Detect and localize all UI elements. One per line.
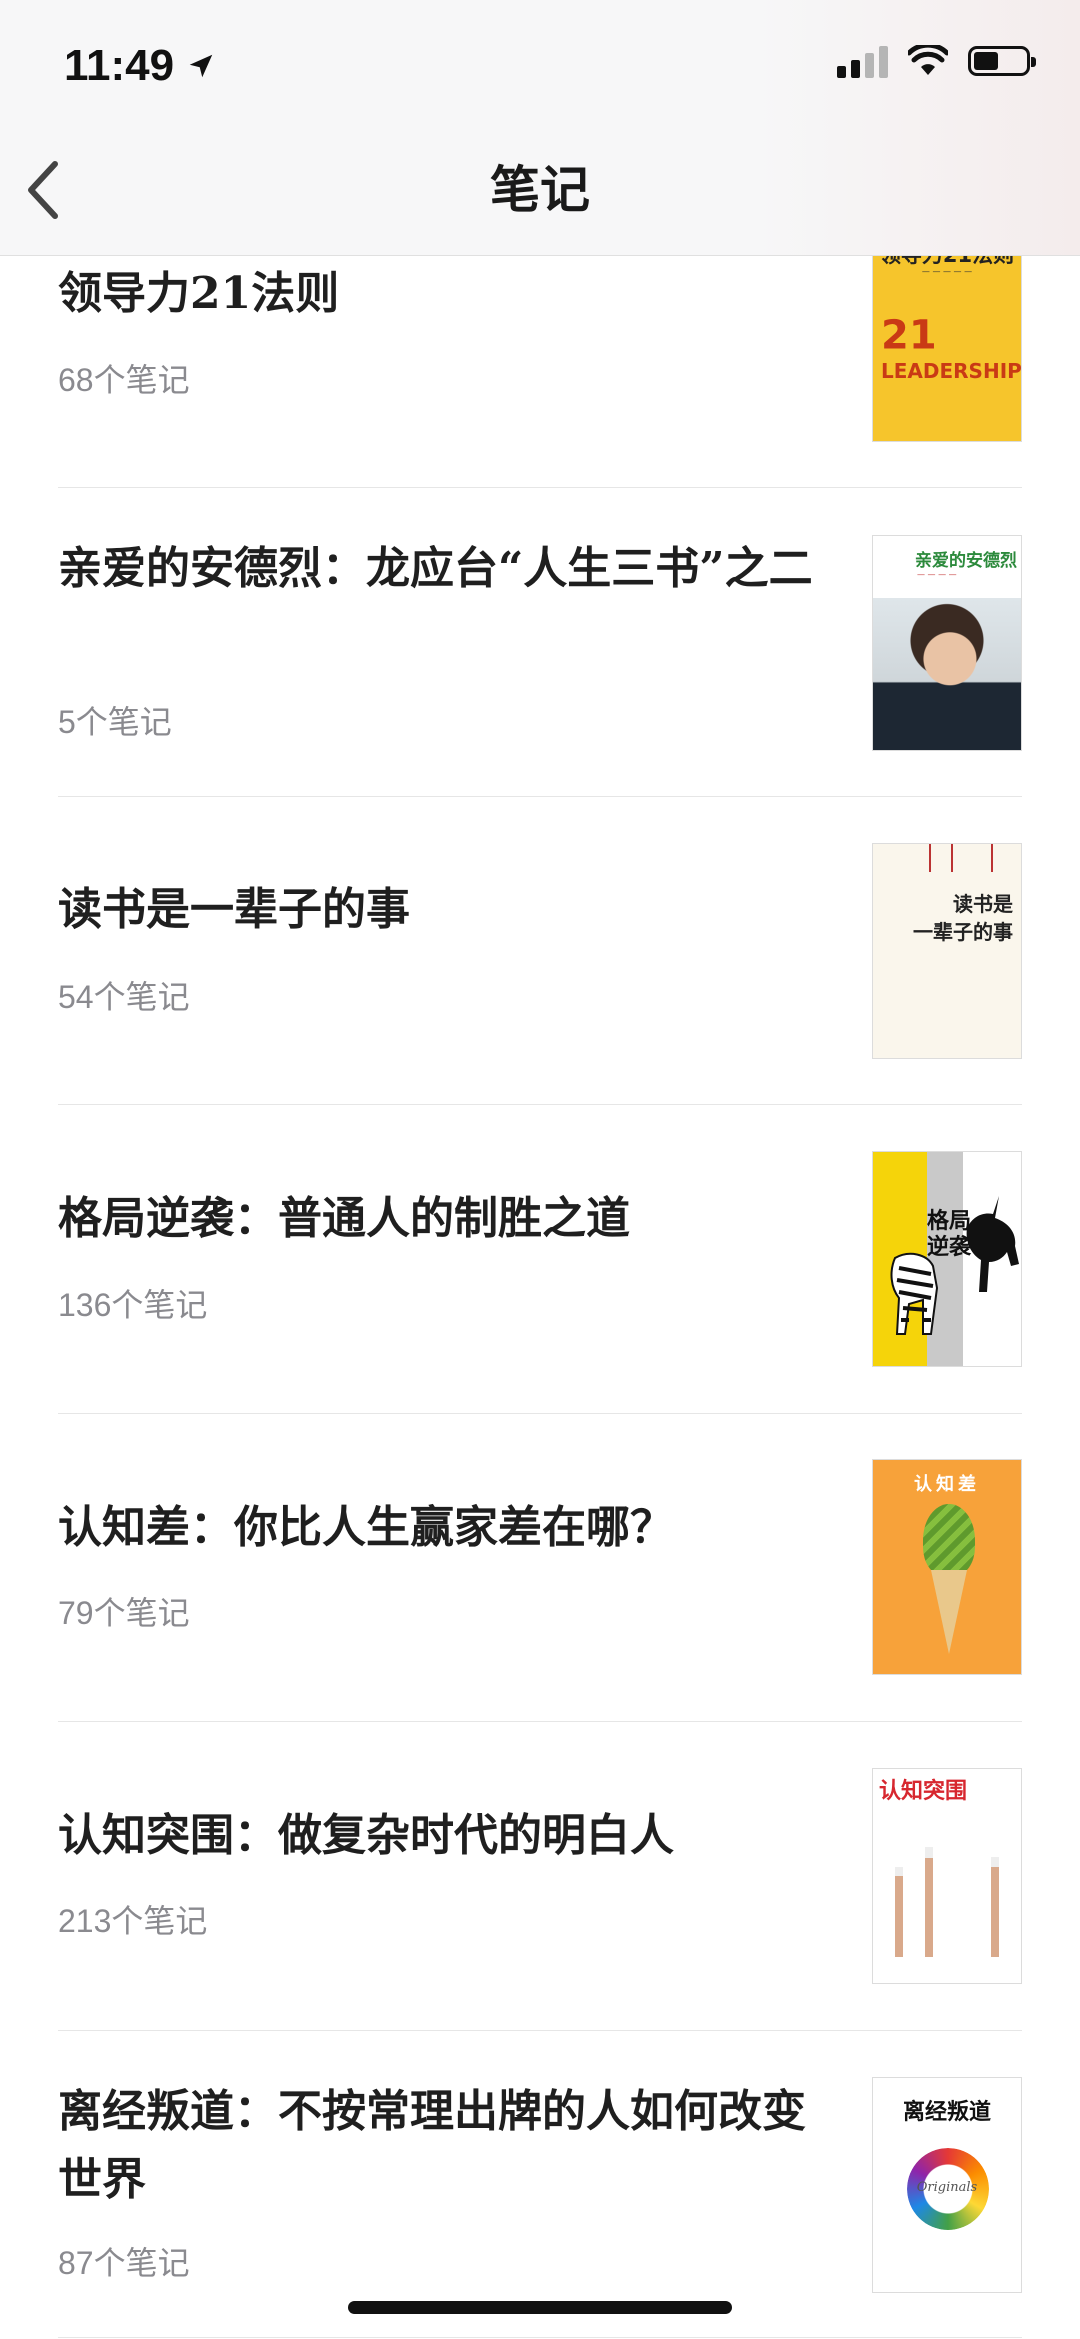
cover-leadership-text: LEADERSHIP <box>881 359 1022 383</box>
note-count: 68个笔记 <box>58 362 190 398</box>
book-title: 认知差：你比人生赢家差在哪？ <box>58 1502 674 1553</box>
divider <box>58 796 1022 797</box>
book-cover[interactable]: 离经叛道 Originals <box>872 2077 1022 2293</box>
cover-red-line <box>951 844 953 872</box>
note-count: 79个笔记 <box>58 1595 190 1631</box>
cover-title: 认知差 <box>914 1474 980 1495</box>
divider <box>58 2030 1022 2031</box>
book-title: 亲爱的安德烈：龙应台“人生三书”之二 <box>58 543 813 594</box>
book-cover[interactable]: 读书是 一辈子的事 <box>872 843 1022 1059</box>
cover-subtitle-decoration: — — — — <box>917 570 957 579</box>
cover-english-title: Originals <box>916 2180 978 2195</box>
cover-title: 离经叛道 <box>902 2099 991 2125</box>
book-title: 离经叛道：不按常理出牌的人如何改变世界 <box>58 2086 806 2205</box>
cover-number: 21 <box>881 312 937 359</box>
pencil-icon <box>895 1867 903 1957</box>
cellular-signal-icon <box>837 44 888 78</box>
page-title: 笔记 <box>490 162 590 218</box>
cover-red-line <box>991 844 993 872</box>
cover-title: 读书是 一辈子的事 <box>913 892 1013 944</box>
cover-title: 认知突围 <box>879 1779 968 1804</box>
book-cover[interactable]: 亲爱的安德烈 — — — — <box>872 535 1022 751</box>
book-title: 认知突围：做复杂时代的明白人 <box>58 1810 674 1861</box>
note-count: 87个笔记 <box>58 2245 190 2281</box>
divider <box>58 1104 1022 1105</box>
zebra-icon <box>890 1252 939 1335</box>
wifi-icon <box>908 45 948 75</box>
book-cover[interactable]: 认知差 <box>872 1459 1022 1675</box>
divider <box>58 487 1022 488</box>
divider <box>58 1413 1022 1414</box>
cover-red-line <box>929 844 931 872</box>
book-cover[interactable]: 认知突围 <box>872 1768 1022 1984</box>
cover-photo <box>873 598 1021 750</box>
book-cover[interactable]: 领导力21法则 — — — — — 21 LEADERSHIP <box>872 226 1022 442</box>
ice-cream-cone-icon <box>931 1570 967 1654</box>
note-count: 5个笔记 <box>58 704 172 740</box>
pineapple-leaves-icon <box>923 1504 975 1576</box>
location-arrow-icon <box>189 54 213 78</box>
unicorn-icon <box>966 1196 1019 1292</box>
status-time: 11:49 <box>64 38 216 94</box>
book-title: 领导力21法则 <box>58 268 340 319</box>
status-time-text: 11:49 <box>64 41 175 90</box>
note-count: 54个笔记 <box>58 979 190 1015</box>
cover-title: 亲爱的安德烈 <box>915 551 1017 571</box>
divider <box>58 2337 1022 2338</box>
book-title: 读书是一辈子的事 <box>58 884 410 935</box>
home-indicator[interactable] <box>348 2301 732 2314</box>
book-title: 格局逆袭：普通人的制胜之道 <box>58 1193 630 1244</box>
note-count: 213个笔记 <box>58 1903 208 1939</box>
pencil-icon <box>925 1847 933 1957</box>
status-icons <box>837 44 1036 78</box>
pencil-icon <box>991 1857 999 1957</box>
battery-icon <box>968 46 1036 76</box>
divider <box>58 1721 1022 1722</box>
navigation-header: 11:49 笔记 <box>0 0 1080 256</box>
book-cover[interactable]: 格局 逆袭 <box>872 1151 1022 1367</box>
note-count: 136个笔记 <box>58 1287 208 1323</box>
cover-subtitle-decoration: — — — — — <box>921 267 973 276</box>
